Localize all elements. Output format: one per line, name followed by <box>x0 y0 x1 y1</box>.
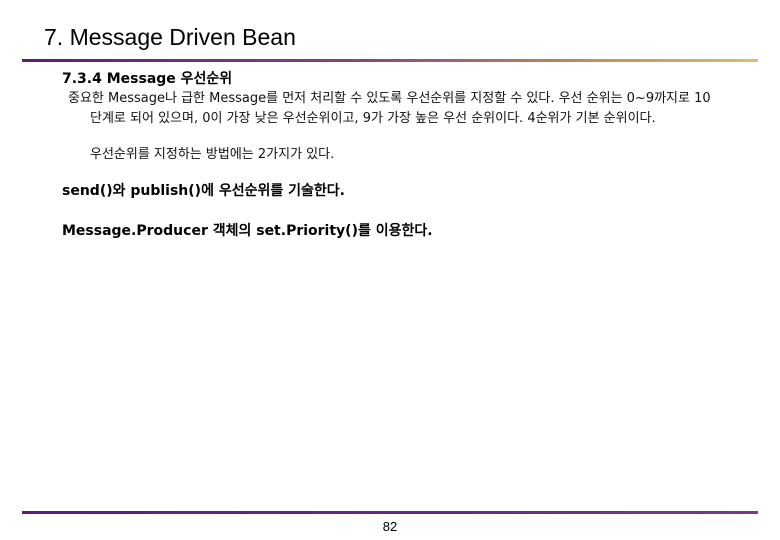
slide-title: 7. Message Driven Bean <box>44 24 296 50</box>
section-heading: 7.3.4 Message 우선순위 <box>62 71 233 87</box>
method-send-publish: send()와 publish()에 우선순위를 기술한다. <box>62 182 345 199</box>
methods-intro: 우선순위를 지정하는 방법에는 2가지가 있다. <box>90 147 335 162</box>
method-set-priority: Message.Producer 객체의 set.Priority()를 이용한… <box>62 222 433 239</box>
title-divider <box>22 59 758 62</box>
footer-divider <box>22 511 758 514</box>
priority-description: 중요한 Message나 급한 Message를 먼저 처리할 수 있도록 우선… <box>68 91 711 126</box>
page-number: 82 <box>382 519 398 534</box>
slide-content: 7.3.4 Message 우선순위 중요한 Message나 급한 Messa… <box>62 70 722 241</box>
